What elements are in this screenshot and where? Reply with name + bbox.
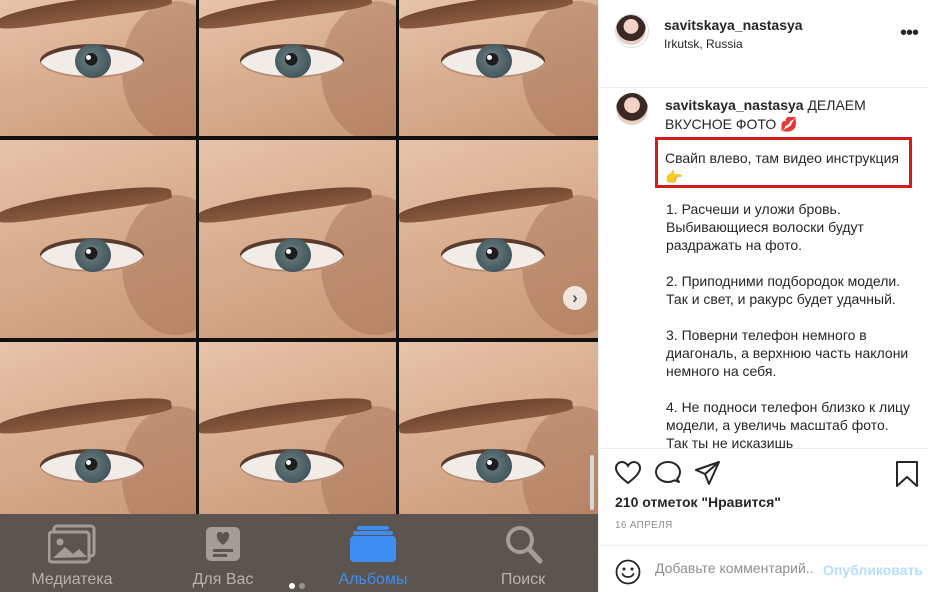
carousel-dot [289, 583, 295, 589]
search-icon [503, 524, 543, 569]
carousel-dot [299, 583, 305, 589]
comment-input[interactable] [655, 560, 815, 576]
phone-tab-albums: Альбомы [303, 514, 443, 592]
caption-item: 2. Приподними подбородок модели. Так и с… [666, 273, 901, 307]
post-media[interactable]: › Медиатека Для Вас Альбомы Поиск [0, 0, 598, 592]
comment-icon[interactable] [655, 461, 681, 490]
phone-tab-library: Медиатека [2, 514, 142, 592]
avatar[interactable] [616, 15, 646, 45]
caption-item: 4. Не подноси телефон близко к лицу моде… [666, 399, 911, 448]
phone-tab-for-you: Для Вас [153, 514, 293, 592]
post-side-panel: savitskaya_nastasya Irkutsk, Russia ••• … [598, 0, 928, 592]
post-header: savitskaya_nastasya Irkutsk, Russia ••• [599, 0, 928, 88]
post-location[interactable]: Irkutsk, Russia [664, 37, 743, 51]
share-icon[interactable] [695, 461, 721, 490]
caption-item: 1. Расчеши и уложи бровь. Выбивающиеся в… [666, 201, 864, 253]
caption-highlight-text: Свайп влево, там видео инструкция 👉 [665, 150, 899, 185]
albums-icon [349, 524, 397, 569]
bookmark-icon[interactable] [896, 461, 918, 492]
caption-username[interactable]: savitskaya_nastasya [665, 97, 804, 113]
caption-head: savitskaya_nastasya ДЕЛАЕМ ВКУСНОЕ ФОТО … [665, 96, 905, 134]
caption-body: 1. Расчеши и уложи бровь. Выбивающиеся в… [666, 200, 911, 448]
publish-button[interactable]: Опубликовать [823, 562, 923, 578]
author-username[interactable]: savitskaya_nastasya [664, 17, 803, 33]
eye-photo [399, 342, 598, 514]
photos-library-icon [47, 524, 96, 569]
likes-count[interactable]: 210 отметок "Нравится" [615, 494, 781, 510]
comment-bar: Опубликовать [599, 545, 928, 593]
scroll-indicator [590, 455, 594, 510]
eye-photo [199, 342, 396, 514]
for-you-icon [203, 524, 243, 569]
eye-photo [199, 0, 396, 136]
eye-photo [0, 140, 196, 338]
phone-tab-label: Медиатека [31, 571, 113, 588]
caption-item: 3. Поверни телефон немного в диагональ, … [666, 327, 909, 379]
phone-tab-search: Поиск [453, 514, 593, 592]
heart-icon[interactable] [614, 460, 642, 490]
caption-area: savitskaya_nastasya ДЕЛАЕМ ВКУСНОЕ ФОТО … [599, 88, 928, 448]
more-horizontal-icon[interactable]: ••• [900, 23, 919, 43]
caption-avatar[interactable] [616, 93, 648, 125]
chevron-right-icon: › [572, 288, 578, 307]
eye-photo [199, 140, 396, 338]
post-date[interactable]: 16 АПРЕЛЯ [615, 520, 672, 531]
eye-photo [0, 0, 196, 136]
post-actions [599, 448, 928, 489]
carousel-dots [289, 576, 309, 592]
phone-tab-label: Для Вас [192, 571, 254, 588]
emoji-icon[interactable] [615, 559, 641, 590]
phone-tab-label: Поиск [500, 571, 546, 588]
eye-photo [0, 342, 196, 514]
phone-tab-label: Альбомы [338, 571, 408, 588]
eye-photo [399, 0, 598, 136]
eye-photo-grid [0, 0, 598, 514]
next-slide-button[interactable]: › [563, 286, 587, 310]
